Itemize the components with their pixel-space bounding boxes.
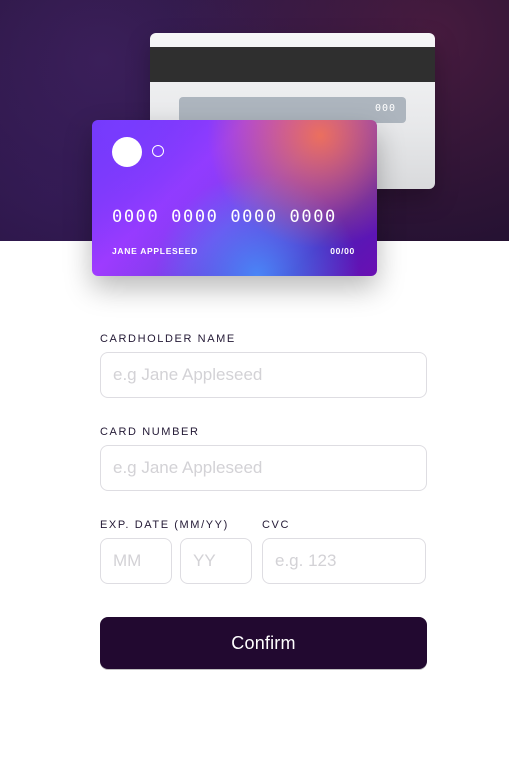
card-number-field-block: CARD NUMBER: [100, 425, 427, 491]
magnetic-strip: [150, 47, 435, 82]
card-front-expiry: 00/00: [330, 246, 355, 256]
card-form: CARDHOLDER NAME CARD NUMBER EXP. DATE (M…: [100, 332, 427, 584]
confirm-button[interactable]: Confirm: [100, 617, 427, 669]
expiry-year-input[interactable]: [180, 538, 252, 584]
card-details-page: 000 0000 0000 0000 0000 JANE APPLESEED 0…: [0, 0, 509, 776]
card-logo-circle-icon: [112, 137, 142, 167]
card-number-label: CARD NUMBER: [100, 426, 200, 438]
card-front-number: 0000 0000 0000 0000: [112, 207, 337, 227]
expiry-month-input[interactable]: [100, 538, 172, 584]
cvc-input[interactable]: [262, 538, 426, 584]
card-logo-ring-icon: [152, 145, 164, 157]
cvc-group: CVC: [262, 518, 426, 584]
expiry-group: EXP. DATE (MM/YY): [100, 518, 262, 584]
cardholder-name-input[interactable]: [100, 352, 427, 398]
cardholder-label: CARDHOLDER NAME: [100, 333, 236, 345]
cardholder-field-block: CARDHOLDER NAME: [100, 332, 427, 398]
expiry-inputs: [100, 538, 262, 584]
expiry-cvc-row: EXP. DATE (MM/YY) CVC: [100, 518, 427, 584]
expiry-label: EXP. DATE (MM/YY): [100, 519, 229, 531]
card-front: 0000 0000 0000 0000 JANE APPLESEED 00/00: [92, 120, 377, 276]
card-front-name: JANE APPLESEED: [112, 246, 199, 256]
card-back-cvc: 000: [374, 103, 396, 114]
card-number-input[interactable]: [100, 445, 427, 491]
cvc-label: CVC: [262, 519, 291, 531]
